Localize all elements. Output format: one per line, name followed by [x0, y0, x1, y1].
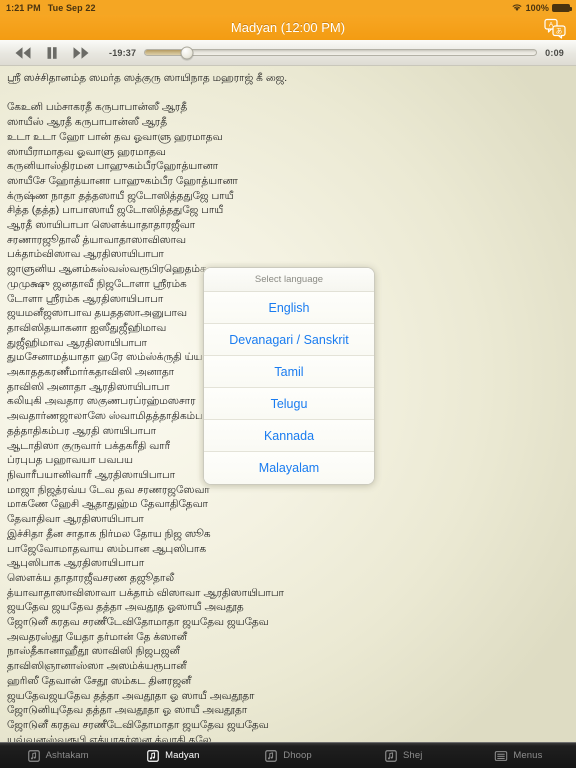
- tab-label: Menus: [513, 750, 543, 761]
- lyric-line: கருனியாஸ்திரமன பாஹுகம்பீரஹோத்யானா: [7, 161, 219, 173]
- status-right-cluster: 100%: [511, 2, 572, 13]
- music-note-icon: [265, 749, 278, 762]
- music-note-icon: [147, 749, 159, 762]
- status-date: Tue Sep 22: [47, 2, 96, 13]
- svg-text:あ: あ: [556, 27, 563, 35]
- language-option-telugu[interactable]: Telugu: [204, 388, 374, 420]
- lyric-line: ஜயதேவ ஜயதேவ தத்தா அவதூத ஓஸாயீ அவதூத: [7, 602, 244, 614]
- elapsed-time: -19:37: [109, 47, 137, 58]
- tab-menus[interactable]: Menus: [461, 743, 576, 768]
- battery-percent: 100%: [525, 2, 549, 13]
- language-option-tamil[interactable]: Tamil: [204, 356, 374, 388]
- tab-dhoop[interactable]: Dhoop: [230, 743, 345, 768]
- tab-label: Ashtakam: [45, 750, 89, 761]
- rewind-icon[interactable]: [10, 43, 36, 63]
- language-option-kannada[interactable]: Kannada: [204, 420, 374, 452]
- music-note-icon: [385, 749, 397, 762]
- lyric-line: ஜயதேவஜயதேவ தத்தா அவதூதா ஓ ஸாயீ அவதூதா: [7, 690, 255, 702]
- lyric-line: யவ்வனஸ்வரூபி ஏக்யாதர்ஸன த்வாதி தலே: [7, 734, 212, 742]
- tab-shej[interactable]: Shej: [346, 743, 461, 768]
- fast-forward-icon[interactable]: [68, 43, 94, 63]
- remaining-time: 0:09: [545, 47, 564, 58]
- lyric-line: பக்தாம்விஸாவ ஆரதிஸாயிபாபா: [7, 249, 164, 261]
- lyric-line: [7, 87, 566, 102]
- lyric-line: மாகணே ஹேசி ஆதாதுஹ்ம தேவாதிதேவா: [7, 499, 208, 511]
- lyric-line: நாஸ்தீகானாஹீதூ ஸாவிஸி நிஜபஜனீ: [7, 646, 180, 658]
- status-time: 1:21 PM: [6, 2, 41, 13]
- lyric-line: த்யாவாதாஸாவிஸாவா பக்தாம் விஸாவா ஆரதிஸாயி…: [7, 587, 285, 599]
- tab-madyan[interactable]: Madyan: [115, 743, 230, 768]
- lyric-line: தேவாதிவா ஆரதிஸாயிபாபா: [7, 514, 144, 526]
- battery-full-icon: [552, 3, 572, 12]
- lyric-line: ஸாயீராமாதவ ஓவாளு ஹரமாதவ: [7, 146, 166, 158]
- popover-title: Select language: [204, 268, 374, 292]
- lyric-line: தாவிஸிஞானாஸ்ஸா அஸம்க்யரூபானீ: [7, 661, 187, 673]
- language-option-malayalam[interactable]: Malayalam: [204, 452, 374, 484]
- tab-label: Shej: [403, 750, 423, 761]
- lyric-line: ஸாயீஸ் ஆரதீ கருபாபான்ஸீ ஆரதீ: [7, 117, 168, 129]
- playback-slider[interactable]: [144, 43, 538, 63]
- playback-toolbar: -19:37 0:09: [0, 40, 576, 66]
- language-picker-popover: Select language English Devanagari / Sans…: [203, 267, 375, 485]
- menu-list-icon: [495, 750, 508, 761]
- language-option-devanagari-sanskrit[interactable]: Devanagari / Sanskrit: [204, 324, 374, 356]
- lyric-line: ஜோடுனீ கரதவ சரணீடேவிதோமாதா ஜயதேவ ஜயதேவ: [7, 617, 269, 629]
- music-note-icon: [27, 749, 40, 762]
- status-bar: 1:21 PM Tue Sep 22 100%: [0, 0, 576, 15]
- lyric-line: மாஜா நிஜத்ரவ்ய டேவ தவ சரணரஜஸேவா: [7, 484, 210, 496]
- translate-icon[interactable]: A あ: [542, 17, 568, 39]
- lyric-line: ஹரிஸீ தேவான் சேதூ ஸம்கட தினரஜனீ: [7, 675, 192, 687]
- page-title: Madyan (12:00 PM): [230, 20, 346, 35]
- tab-bar: Ashtakam Madyan Dhoop Shej Menus: [0, 742, 576, 768]
- language-option-english[interactable]: English: [204, 292, 374, 324]
- lyric-line: க்ருஷ்ண நாதா தத்தஸாயீ ஜடோஸித்ததுஜே பாயீ: [7, 190, 234, 202]
- tab-label: Madyan: [165, 750, 200, 761]
- lyric-line: கேஉனி பம்சாகரதீ கருபாபான்ஸீ ஆரதீ: [7, 102, 188, 114]
- lyric-line: ஜோடுனியுதேவ தத்தா அவதூதா ஓ ஸாயீ அவதூதா: [7, 705, 248, 717]
- lyric-line: ஜோடுனீ கரதவ சரணீடேவிதோமாதா ஜயதேவ ஜயதேவ: [7, 719, 269, 731]
- lyric-line: ஆரதீ ஸாயிபாபா ஸௌக்யாதாதாரஜீவா: [7, 220, 196, 232]
- language-option-list: English Devanagari / Sanskrit Tamil Telugu K…: [204, 292, 374, 484]
- lyric-line: ஸாயீசே ஹோத்யானா பாஹுகம்பீர ஹோத்யானா: [7, 175, 238, 187]
- nav-bar: Madyan (12:00 PM) A あ: [0, 15, 576, 40]
- lyric-line: ஆபுஸிபாக ஆரதிஸாயிபாபா: [7, 558, 145, 570]
- lyric-line: சித்த (தத்த) பாபாஸாயீ ஜடோஸித்ததுஜே பாயீ: [7, 205, 224, 217]
- slider-track: [144, 49, 538, 56]
- lyric-line: உடா உடா ஹோ பான் தவ ஓவாளு ஹரமாதவ: [7, 131, 223, 143]
- tab-label: Dhoop: [283, 750, 312, 761]
- slider-knob[interactable]: [180, 46, 194, 59]
- lyric-line: ஸ்ரீ ஸச்சிதானம்த ஸமர்த ஸத்குரு ஸாயிநாத ம…: [7, 73, 288, 84]
- lyric-line: அவதரஸ்தூ யேதா தர்மான் தே க்ஸானீ: [7, 631, 187, 643]
- lyric-line: பாஜேவோமாதவாய ஸம்பான ஆபுஸிபாக: [7, 543, 207, 555]
- tab-ashtakam[interactable]: Ashtakam: [0, 743, 115, 768]
- lyric-line: ஸௌக்ய தாதாரஜீவசரண தஜூதாலீ: [7, 572, 175, 584]
- pause-icon[interactable]: [39, 43, 65, 63]
- wifi-icon: [512, 4, 521, 11]
- lyric-line: சரணாரஜூதாலீ த்யாவாதாஸாவிஸாவ: [7, 234, 187, 246]
- lyric-line: இச்சிதா தீன சாதாக நிர்மல தோய நிஜ ஸூக: [7, 528, 211, 540]
- app-root: 1:21 PM Tue Sep 22 100% Madyan (12:00 PM…: [0, 0, 576, 768]
